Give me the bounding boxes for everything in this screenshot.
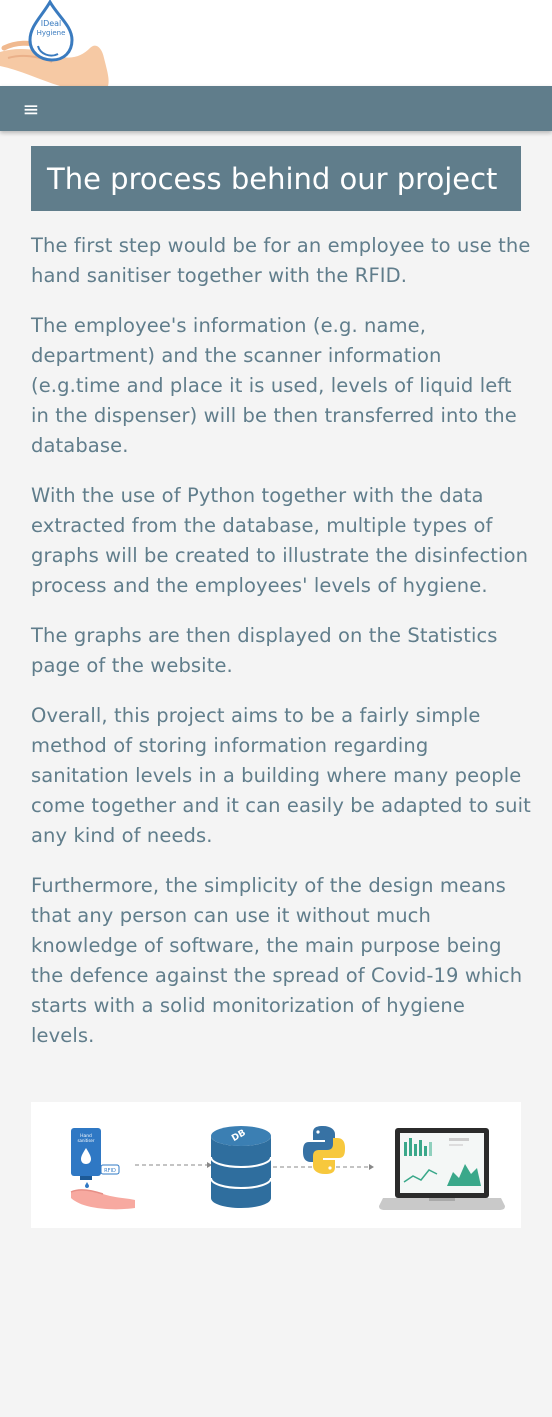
paragraph-python-graphs: With the use of Python together with the… — [31, 484, 529, 597]
ideal-hygiene-logo[interactable]: IDeal Hygiene — [0, 0, 112, 86]
rfid-label: RFID — [104, 1168, 116, 1174]
database-icon: DB — [210, 1126, 272, 1208]
arrow-to-database — [135, 1162, 212, 1168]
paragraph-furthermore: Furthermore, the simplicity of the desig… — [31, 874, 523, 1047]
paragraph-employee-info: The employee's information (e.g. name, d… — [31, 314, 517, 457]
dispenser-label-sanitiser: sanitiser — [77, 1138, 94, 1143]
hand-icon — [70, 1189, 135, 1210]
logo-text-line1: IDeal — [41, 19, 62, 28]
page-title: The process behind our project — [47, 162, 498, 196]
sanitiser-dispenser-icon: Hand sanitiser — [71, 1128, 101, 1188]
rfid-card-icon: RFID — [100, 1164, 120, 1175]
process-diagram: Hand sanitiser RFID DB — [31, 1102, 521, 1228]
paragraph-step-one: The first step would be for an employee … — [31, 234, 531, 287]
laptop-statistics-icon — [379, 1128, 505, 1210]
process-description: The first step would be for an employee … — [31, 231, 531, 1071]
logo-text-line2: Hygiene — [37, 29, 66, 37]
hamburger-menu-icon[interactable]: ≡ — [16, 94, 46, 124]
top-navbar: ≡ — [0, 86, 552, 131]
paragraph-overall: Overall, this project aims to be a fairl… — [31, 704, 531, 847]
paragraph-statistics-page: The graphs are then displayed on the Sta… — [31, 624, 498, 677]
page-title-banner: The process behind our project — [31, 146, 521, 211]
header-logo-bar: IDeal Hygiene — [0, 0, 552, 86]
